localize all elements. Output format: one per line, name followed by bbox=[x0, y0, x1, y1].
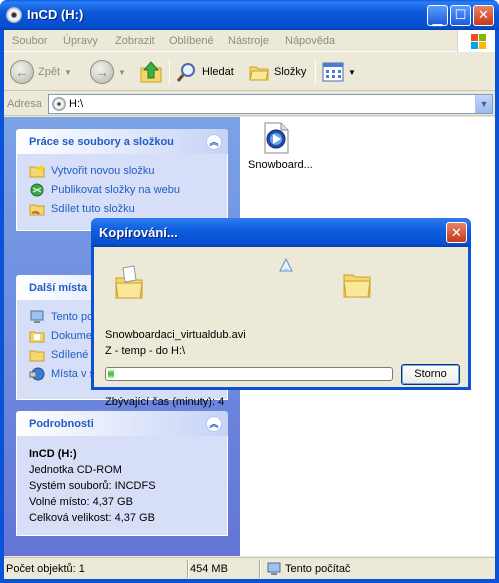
detail-type: Jednotka CD-ROM bbox=[29, 464, 122, 476]
menu-file[interactable]: Soubor bbox=[12, 35, 47, 47]
search-button[interactable]: Hledat bbox=[176, 58, 234, 86]
copy-filename: Snowboardaci_virtualdub.avi bbox=[105, 329, 246, 341]
collapse-icon[interactable]: ︽ bbox=[206, 134, 222, 150]
up-folder-icon bbox=[140, 61, 162, 83]
publish-web-icon bbox=[30, 183, 44, 197]
status-object-count: Počet objektů: 1 bbox=[6, 563, 85, 575]
dialog-title: Kopírování... bbox=[99, 225, 178, 240]
close-button[interactable]: ✕ bbox=[473, 5, 494, 26]
search-label: Hledat bbox=[202, 66, 234, 78]
file-tasks-header[interactable]: Práce se soubory a složkou ︽ bbox=[16, 129, 228, 154]
forward-button[interactable]: → ▼ bbox=[90, 58, 126, 86]
collapse-icon[interactable]: ︽ bbox=[206, 416, 222, 432]
task-share-folder[interactable]: Sdílet tuto složku bbox=[29, 200, 227, 219]
chevron-down-icon: ▼ bbox=[118, 67, 126, 77]
dialog-body: Snowboardaci_virtualdub.avi Z - temp - d… bbox=[94, 247, 468, 408]
dialog-close-button[interactable]: ✕ bbox=[446, 222, 467, 243]
file-label: Snowboard... bbox=[248, 159, 313, 171]
views-icon bbox=[322, 62, 344, 82]
panel-title: Podrobnosti bbox=[29, 418, 94, 430]
folders-icon bbox=[249, 66, 269, 81]
minimize-button[interactable]: ▁ bbox=[427, 5, 448, 26]
destination-folder-icon bbox=[343, 274, 371, 298]
menu-view[interactable]: Zobrazit bbox=[115, 35, 155, 47]
views-button[interactable]: ▼ bbox=[322, 58, 356, 86]
status-size: 454 MB bbox=[190, 563, 228, 575]
status-bar: Počet objektů: 1 454 MB Tento počítač bbox=[4, 557, 495, 579]
back-label: Zpět bbox=[38, 66, 61, 78]
menu-favorites[interactable]: Oblíbené bbox=[169, 35, 214, 47]
details-header[interactable]: Podrobnosti ︽ bbox=[16, 411, 228, 436]
file-tasks-panel: Práce se soubory a složkou ︽ Vytvořit no… bbox=[16, 129, 228, 231]
menu-help[interactable]: Nápověda bbox=[285, 35, 335, 47]
menu-tools[interactable]: Nástroje bbox=[228, 35, 269, 47]
explorer-window: InCD (H:) ▁ ☐ ✕ Soubor Úpravy Zobrazit O… bbox=[0, 0, 499, 583]
folders-label: Složky bbox=[274, 66, 307, 78]
detail-total-size: Celková velikost: 4,37 GB bbox=[29, 512, 155, 524]
source-folder-icon bbox=[115, 265, 143, 299]
back-arrow-icon: ← bbox=[10, 60, 34, 84]
panel-title: Práce se soubory a složkou bbox=[29, 136, 174, 148]
copy-route: Z - temp - do H:\ bbox=[105, 345, 186, 357]
windows-logo-icon bbox=[457, 30, 495, 52]
cd-drive-icon bbox=[52, 97, 66, 111]
flying-document-icon bbox=[279, 258, 293, 272]
computer-icon bbox=[30, 310, 44, 323]
address-value: H:\ bbox=[69, 98, 84, 110]
address-input[interactable]: H:\ ▼ bbox=[48, 94, 493, 114]
computer-icon bbox=[267, 562, 281, 575]
forward-arrow-icon: → bbox=[90, 60, 114, 84]
search-icon bbox=[176, 63, 195, 82]
progress-fill bbox=[108, 370, 390, 378]
cd-drive-icon bbox=[6, 7, 22, 23]
menu-bar: Soubor Úpravy Zobrazit Oblíbené Nástroje… bbox=[4, 30, 495, 52]
detail-filesystem: Systém souborů: INCDFS bbox=[29, 480, 156, 492]
new-folder-icon bbox=[29, 165, 45, 178]
menu-edit[interactable]: Úpravy bbox=[63, 35, 98, 47]
video-file-icon bbox=[264, 122, 289, 154]
task-publish-web[interactable]: Publikovat složky na webu bbox=[29, 181, 227, 200]
share-folder-icon bbox=[29, 204, 45, 216]
detail-free-space: Volné místo: 4,37 GB bbox=[29, 496, 133, 508]
status-location: Tento počítač bbox=[285, 563, 351, 575]
progress-block bbox=[108, 370, 114, 378]
detail-name: InCD (H:) bbox=[29, 448, 77, 460]
network-icon bbox=[29, 367, 45, 381]
back-button[interactable]: ← Zpět ▼ bbox=[10, 58, 72, 86]
chevron-down-icon: ▼ bbox=[348, 67, 356, 77]
panel-title: Další místa bbox=[29, 282, 88, 294]
dialog-title-bar[interactable]: Kopírování... ✕ bbox=[91, 218, 471, 247]
address-dropdown-button[interactable]: ▼ bbox=[475, 95, 492, 113]
address-bar: Adresa H:\ ▼ bbox=[4, 92, 495, 116]
task-new-folder[interactable]: Vytvořit novou složku bbox=[29, 162, 227, 181]
up-folder-button[interactable] bbox=[139, 58, 163, 86]
address-label: Adresa bbox=[7, 98, 42, 110]
title-bar[interactable]: InCD (H:) ▁ ☐ ✕ bbox=[0, 0, 499, 30]
standard-toolbar: ← Zpět ▼ → ▼ Hledat Složky ▼ bbox=[4, 53, 495, 91]
time-remaining: Zbývající čas (minuty): 4 bbox=[105, 396, 225, 408]
maximize-button[interactable]: ☐ bbox=[450, 5, 471, 26]
window-title: InCD (H:) bbox=[27, 7, 84, 22]
details-panel: Podrobnosti ︽ InCD (H:) Jednotka CD-ROM … bbox=[16, 411, 228, 536]
documents-folder-icon bbox=[29, 331, 45, 343]
cancel-button[interactable]: Storno bbox=[401, 364, 460, 385]
copy-progress-dialog: Kopírování... ✕ Snowboardaci_virtualdub.… bbox=[91, 218, 471, 408]
copy-progress-bar bbox=[105, 367, 393, 381]
folders-button[interactable]: Složky bbox=[248, 58, 306, 86]
chevron-down-icon: ▼ bbox=[64, 67, 72, 77]
shared-folder-icon bbox=[29, 350, 45, 362]
